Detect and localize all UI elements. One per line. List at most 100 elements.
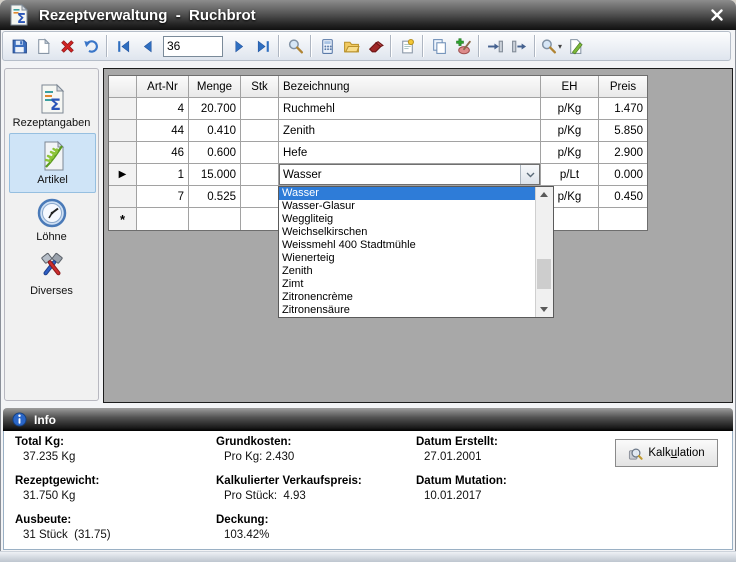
rezeptgewicht-value: 31.750 Kg: [23, 490, 111, 502]
toolbar: ▾: [2, 31, 731, 61]
toolbar-separator: [310, 35, 312, 57]
current-row-marker: ▶: [119, 170, 127, 180]
toolbar-separator: [390, 35, 392, 57]
verkaufspreis-label: Kalkulierter Verkaufspreis:: [216, 475, 362, 487]
copy-icon[interactable]: [427, 34, 451, 58]
column-header-menge[interactable]: Menge: [189, 76, 241, 98]
dropdown-item[interactable]: Wasser: [279, 187, 535, 200]
sidebar-item-artikel[interactable]: Artikel: [9, 133, 96, 193]
import-icon[interactable]: [483, 34, 507, 58]
edit-page-icon[interactable]: [563, 34, 587, 58]
ausbeute-label: Ausbeute:: [15, 514, 111, 526]
dropdown-item[interactable]: Weggliteig: [279, 213, 535, 226]
scrollbar-thumb[interactable]: [537, 259, 551, 289]
table-row[interactable]: 44 0.410 Zenith p/Kg 5.850: [109, 120, 647, 142]
toolbar-separator: [106, 35, 108, 57]
record-number-input[interactable]: [163, 36, 223, 57]
deckung-label: Deckung:: [216, 514, 362, 526]
first-record-icon[interactable]: [111, 34, 135, 58]
svg-text:Σ: Σ: [50, 95, 61, 114]
dropdown-item[interactable]: Weissmehl 400 Stadtmühle: [279, 239, 535, 252]
row-selector-header: [109, 76, 137, 98]
paint-add-icon[interactable]: [451, 34, 475, 58]
grundkosten-label: Grundkosten:: [216, 436, 362, 448]
open-folder-icon[interactable]: [339, 34, 363, 58]
sidebar-item-label: Löhne: [36, 231, 67, 243]
export-icon[interactable]: [507, 34, 531, 58]
column-header-preis[interactable]: Preis: [599, 76, 647, 98]
new-row-marker: *: [120, 212, 125, 227]
info-header: Info: [3, 408, 733, 431]
table-row[interactable]: 46 0.600 Hefe p/Kg 2.900: [109, 142, 647, 164]
datum-mutation-value: 10.01.2017: [424, 490, 507, 502]
datum-erstellt-value: 27.01.2001: [424, 451, 507, 463]
sidebar-item-label: Diverses: [30, 285, 73, 297]
kalkulation-button[interactable]: Kalkulation: [615, 439, 718, 467]
combobox-dropdown-button[interactable]: [520, 165, 539, 184]
bezeichnung-dropdown-list: Wasser Wasser-Glasur Weggliteig Weichsel…: [278, 186, 554, 318]
close-icon[interactable]: [707, 5, 727, 25]
tools-icon: [36, 251, 68, 283]
grid-header-row: Art-Nr Menge Stk Bezeichnung EH Preis: [109, 76, 647, 98]
sidebar-item-rezeptangaben[interactable]: Σ Rezeptangaben: [9, 83, 94, 129]
dropdown-scrollbar[interactable]: [535, 187, 553, 317]
kalkulation-magnifier-icon: [628, 446, 643, 461]
bezeichnung-combobox[interactable]: Wasser: [279, 164, 540, 185]
total-kg-value: 37.235 Kg: [23, 451, 111, 463]
verkaufspreis-value: Pro Stück: 4.93: [224, 490, 362, 502]
toolbar-separator: [278, 35, 280, 57]
column-header-bezeichnung[interactable]: Bezeichnung: [279, 76, 541, 98]
search-icon[interactable]: [283, 34, 307, 58]
article-wheat-icon: [37, 140, 69, 172]
deckung-value: 103.42%: [224, 529, 362, 541]
total-kg-label: Total Kg:: [15, 436, 111, 448]
recipe-management-window: Σ Rezeptverwaltung - Ruchbrot ▾: [0, 0, 736, 562]
dropdown-item[interactable]: Zitronencrème: [279, 291, 535, 304]
dropdown-item[interactable]: Zitronensäure: [279, 304, 535, 317]
column-header-art-nr[interactable]: Art-Nr: [137, 76, 189, 98]
kalkulation-button-label: Kalkulation: [648, 447, 704, 459]
scroll-up-icon[interactable]: [536, 187, 552, 202]
dropdown-item[interactable]: Wienerteig: [279, 252, 535, 265]
toolbar-separator: [534, 35, 536, 57]
datum-mutation-label: Datum Mutation:: [416, 475, 507, 487]
window-title: Rezeptverwaltung - Ruchbrot: [39, 7, 256, 24]
info-header-label: Info: [34, 413, 56, 427]
grundkosten-value: Pro Kg: 2.430: [224, 451, 362, 463]
scroll-down-icon[interactable]: [536, 302, 552, 317]
dropdown-item[interactable]: Zimt: [279, 278, 535, 291]
sidebar-item-diverses[interactable]: Diverses: [9, 251, 94, 297]
chevron-down-icon: [526, 172, 535, 178]
dropdown-item[interactable]: Wasser-Glasur: [279, 200, 535, 213]
sidebar-item-loehne[interactable]: Löhne: [9, 197, 94, 243]
sidebar: Σ Rezeptangaben Artikel Löhne: [4, 68, 99, 401]
previous-record-icon[interactable]: [135, 34, 159, 58]
note-icon[interactable]: [395, 34, 419, 58]
rezeptgewicht-label: Rezeptgewicht:: [15, 475, 111, 487]
dropdown-item[interactable]: Weichselkirschen: [279, 226, 535, 239]
app-recipe-sigma-icon: Σ: [7, 3, 31, 27]
datum-erstellt-label: Datum Erstellt:: [416, 436, 507, 448]
zoom-menu-icon[interactable]: ▾: [539, 34, 563, 58]
window-bottom-edge: [0, 551, 736, 562]
sidebar-item-label: Rezeptangaben: [13, 117, 91, 129]
recipe-sigma-icon: Σ: [36, 83, 68, 115]
column-header-stk[interactable]: Stk: [241, 76, 279, 98]
save-icon[interactable]: [7, 34, 31, 58]
toolbar-separator: [478, 35, 480, 57]
table-row[interactable]: 4 20.700 Ruchmehl p/Kg 1.470: [109, 98, 647, 120]
table-row-current[interactable]: ▶ 1 15.000 Wasser p/Lt 0.000: [109, 164, 647, 186]
column-header-eh[interactable]: EH: [541, 76, 599, 98]
calculator-icon[interactable]: [315, 34, 339, 58]
last-record-icon[interactable]: [251, 34, 275, 58]
sidebar-item-label: Artikel: [37, 174, 68, 186]
delete-icon[interactable]: [55, 34, 79, 58]
ausbeute-value: 31 Stück (31.75): [23, 529, 111, 541]
eraser-icon[interactable]: [363, 34, 387, 58]
toolbar-separator: [422, 35, 424, 57]
info-panel: Total Kg: 37.235 Kg Rezeptgewicht: 31.75…: [3, 431, 733, 550]
dropdown-item[interactable]: Zenith: [279, 265, 535, 278]
new-record-icon[interactable]: [31, 34, 55, 58]
next-record-icon[interactable]: [227, 34, 251, 58]
undo-icon[interactable]: [79, 34, 103, 58]
